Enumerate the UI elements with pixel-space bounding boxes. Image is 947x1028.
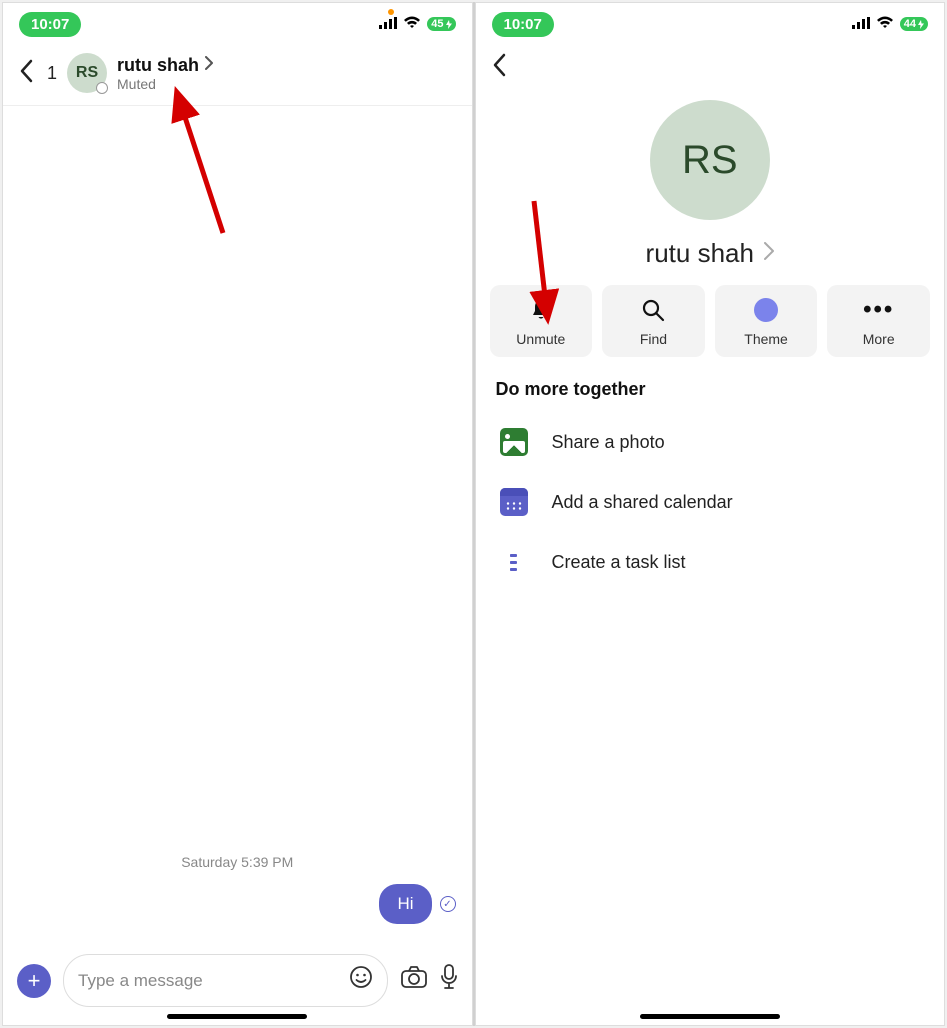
- search-icon: [641, 297, 665, 323]
- chat-screen: 10:07 45 1 RS ru: [2, 2, 473, 1026]
- action-row: Unmute Find Theme ••• More: [476, 285, 945, 379]
- emoji-icon[interactable]: [349, 965, 373, 996]
- details-header: [476, 45, 945, 90]
- wifi-icon: [876, 16, 894, 33]
- battery-indicator: 44: [900, 17, 928, 31]
- recording-indicator-icon: [388, 9, 394, 15]
- presence-icon: [96, 82, 108, 94]
- profile-name-row[interactable]: rutu shah: [646, 238, 774, 269]
- add-button[interactable]: +: [17, 964, 51, 998]
- status-bar: 10:07 44: [476, 3, 945, 45]
- chat-header: 1 RS rutu shah Muted: [3, 45, 472, 106]
- home-indicator[interactable]: [167, 1014, 307, 1019]
- share-photo-option[interactable]: Share a photo: [476, 412, 945, 472]
- muted-label: Muted: [117, 76, 213, 92]
- back-button[interactable]: [15, 59, 37, 88]
- chevron-right-icon: [764, 242, 774, 266]
- more-button[interactable]: ••• More: [827, 285, 930, 357]
- signal-icon: [379, 16, 397, 33]
- unread-count: 1: [47, 63, 57, 84]
- photo-icon: [500, 428, 528, 456]
- chat-body[interactable]: Saturday 5:39 PM Hi ✓: [3, 106, 472, 944]
- contact-name: rutu shah: [117, 55, 199, 76]
- wifi-icon: [403, 16, 421, 33]
- theme-button[interactable]: Theme: [715, 285, 818, 357]
- task-list-option[interactable]: Create a task list: [476, 532, 945, 592]
- contact-details-screen: 10:07 44 RS rutu shah: [475, 2, 946, 1026]
- profile-name: rutu shah: [646, 238, 754, 269]
- status-time: 10:07: [492, 12, 554, 37]
- calendar-icon: [500, 488, 528, 516]
- message-input[interactable]: [78, 971, 339, 991]
- message-row: Hi ✓: [19, 884, 456, 924]
- back-button[interactable]: [488, 53, 510, 82]
- home-indicator[interactable]: [640, 1014, 780, 1019]
- message-input-wrap[interactable]: [63, 954, 388, 1007]
- profile-block: RS rutu shah: [476, 90, 945, 285]
- list-icon: [500, 548, 528, 576]
- signal-icon: [852, 16, 870, 33]
- theme-icon: [754, 297, 778, 323]
- microphone-icon[interactable]: [440, 964, 458, 997]
- avatar[interactable]: RS: [67, 53, 107, 93]
- battery-indicator: 45: [427, 17, 455, 31]
- status-time: 10:07: [19, 12, 81, 37]
- camera-icon[interactable]: [400, 965, 428, 996]
- bell-icon: [530, 297, 552, 323]
- more-icon: •••: [863, 297, 894, 323]
- contact-name-block[interactable]: rutu shah Muted: [117, 55, 213, 92]
- section-title: Do more together: [476, 379, 945, 412]
- message-timestamp: Saturday 5:39 PM: [19, 854, 456, 870]
- shared-calendar-option[interactable]: Add a shared calendar: [476, 472, 945, 532]
- chevron-right-icon: [205, 56, 213, 75]
- find-button[interactable]: Find: [602, 285, 705, 357]
- compose-bar: +: [3, 944, 472, 1025]
- message-bubble[interactable]: Hi: [379, 884, 431, 924]
- read-receipt-icon: ✓: [440, 896, 456, 912]
- status-bar: 10:07 45: [3, 3, 472, 45]
- avatar-large[interactable]: RS: [650, 100, 770, 220]
- unmute-button[interactable]: Unmute: [490, 285, 593, 357]
